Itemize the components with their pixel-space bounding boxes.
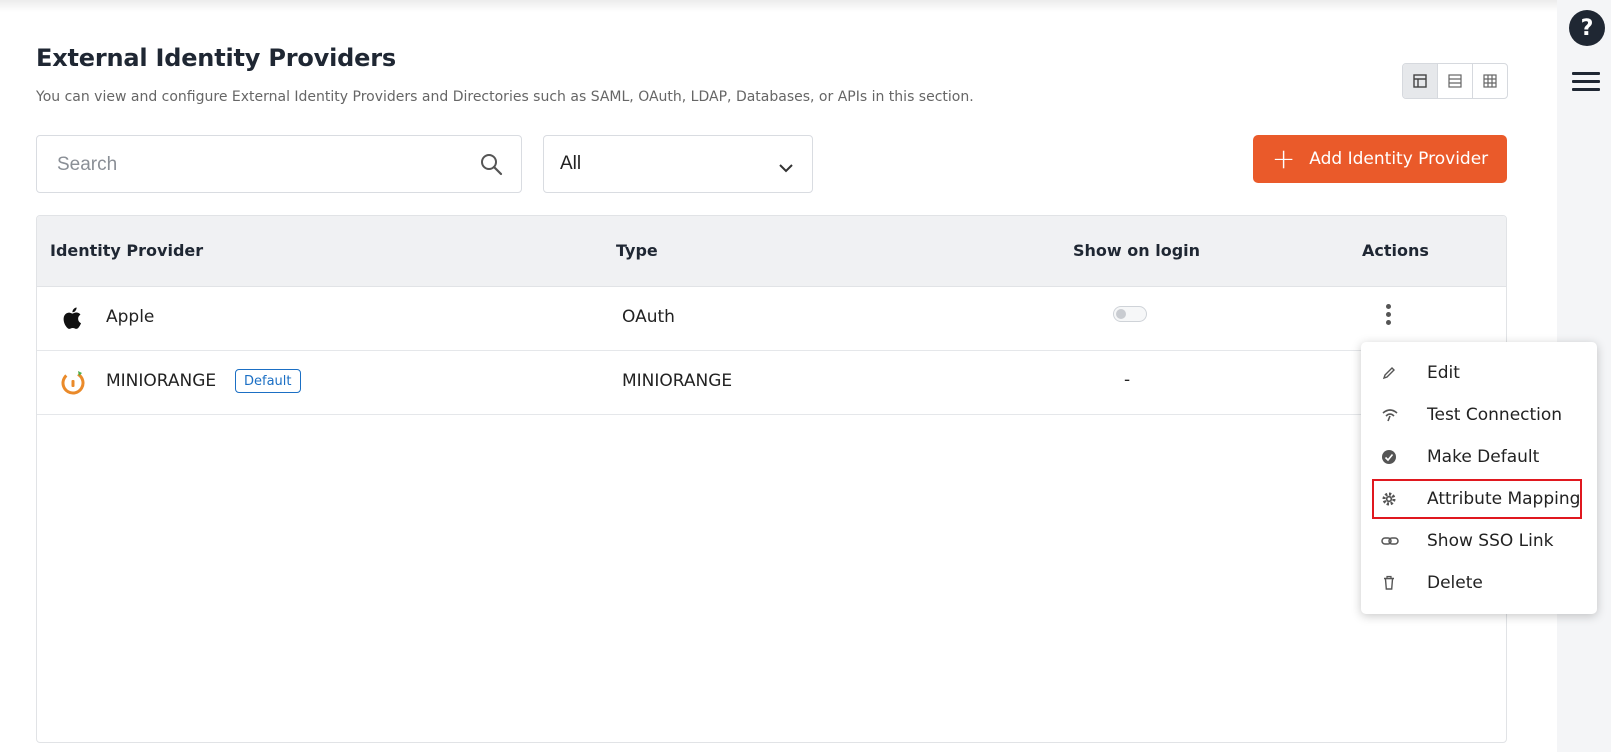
search-input[interactable] (55, 150, 459, 180)
signal-icon (1381, 407, 1398, 423)
show-on-login-toggle[interactable] (1113, 306, 1147, 322)
type-filter-select[interactable]: All (543, 135, 813, 193)
column-header-type[interactable]: Type (616, 241, 658, 260)
show-on-login-value: - (1124, 370, 1131, 390)
provider-name: Apple (106, 307, 155, 327)
hamburger-menu-icon[interactable] (1572, 72, 1600, 94)
page-title: External Identity Providers (36, 44, 396, 72)
menu-item-label: Show SSO Link (1427, 531, 1554, 551)
chevron-down-icon (778, 158, 794, 177)
table-header: Identity Provider Type Show on login Act… (37, 216, 1506, 287)
search-box (36, 135, 522, 193)
actions-dropdown-menu: Edit Test Connection Make Default Attrib… (1361, 342, 1597, 614)
menu-item-make-default[interactable]: Make Default (1361, 436, 1597, 478)
menu-item-label: Edit (1427, 363, 1460, 383)
column-header-identity-provider[interactable]: Identity Provider (50, 241, 203, 260)
column-header-show-on-login[interactable]: Show on login (1073, 241, 1200, 260)
top-shadow (0, 0, 1560, 12)
menu-item-label: Make Default (1427, 447, 1540, 467)
card-view-icon[interactable] (1403, 64, 1438, 98)
menu-item-label: Attribute Mapping (1427, 489, 1581, 509)
check-circle-icon (1381, 449, 1397, 465)
gear-icon (1381, 491, 1397, 507)
plus-icon: + (1271, 142, 1296, 175)
trash-icon (1381, 575, 1397, 591)
link-icon (1381, 533, 1399, 549)
filter-value: All (560, 153, 582, 174)
help-button[interactable]: ? (1569, 10, 1605, 46)
view-toggle (1402, 63, 1508, 99)
apple-icon (59, 304, 87, 332)
identity-provider-table: Identity Provider Type Show on login Act… (36, 215, 1507, 743)
more-actions-icon[interactable] (1385, 304, 1391, 326)
search-icon[interactable] (479, 152, 503, 180)
menu-item-delete[interactable]: Delete (1361, 562, 1597, 604)
menu-item-label: Test Connection (1427, 405, 1563, 425)
menu-item-show-sso-link[interactable]: Show SSO Link (1361, 520, 1597, 562)
grid-view-icon[interactable] (1473, 64, 1507, 98)
menu-item-edit[interactable]: Edit (1361, 352, 1597, 394)
column-header-actions: Actions (1362, 241, 1429, 260)
provider-type: MINIORANGE (622, 371, 733, 391)
pencil-icon (1381, 365, 1397, 381)
table-row[interactable]: Apple OAuth (37, 286, 1506, 351)
page-subtitle: You can view and configure External Iden… (36, 89, 974, 105)
provider-name: MINIORANGE (106, 371, 217, 391)
menu-item-test-connection[interactable]: Test Connection (1361, 394, 1597, 436)
miniorange-icon (59, 368, 87, 396)
add-identity-provider-label: Add Identity Provider (1309, 149, 1489, 169)
menu-item-attribute-mapping[interactable]: Attribute Mapping (1371, 478, 1583, 520)
provider-type: OAuth (622, 307, 675, 327)
default-badge: Default (235, 369, 301, 393)
add-identity-provider-button[interactable]: + Add Identity Provider (1253, 135, 1507, 183)
menu-item-label: Delete (1427, 573, 1483, 593)
table-row[interactable]: MINIORANGE Default MINIORANGE - (37, 350, 1506, 415)
list-view-icon[interactable] (1438, 64, 1473, 98)
